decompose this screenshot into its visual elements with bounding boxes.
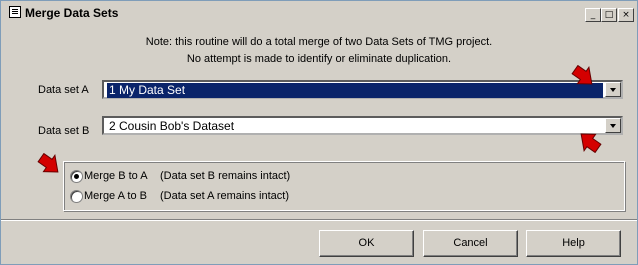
- merge-dialog: Merge Data Sets _ □ × Note: this routine…: [0, 0, 638, 265]
- merge-a-to-b-label[interactable]: Merge A to B: [84, 190, 147, 202]
- dataset-a-value: 1 My Data Set: [107, 83, 603, 98]
- merge-a-to-b-description: (Data set A remains intact): [160, 190, 289, 202]
- red-arrow-icon: [571, 65, 593, 85]
- merge-direction-group: Merge B to A (Data set B remains intact)…: [63, 161, 625, 211]
- merge-b-to-a-label[interactable]: Merge B to A: [84, 170, 148, 182]
- merge-a-to-b-radio[interactable]: [70, 190, 83, 203]
- ok-button[interactable]: OK: [319, 230, 414, 257]
- cancel-button[interactable]: Cancel: [423, 230, 518, 257]
- dataset-a-select[interactable]: 1 My Data Set: [102, 80, 623, 99]
- button-separator: [1, 219, 637, 221]
- red-arrow-icon: [580, 133, 602, 153]
- dataset-a-label: Data set A: [38, 84, 89, 96]
- red-arrow-icon: [37, 153, 59, 173]
- dataset-b-dropdown-button[interactable]: [605, 118, 621, 133]
- merge-b-to-a-description: (Data set B remains intact): [160, 170, 291, 182]
- close-button[interactable]: ×: [618, 8, 634, 22]
- dataset-b-value: 2 Cousin Bob's Dataset: [109, 119, 235, 133]
- note-line-1: Note: this routine will do a total merge…: [145, 36, 493, 48]
- note-line-2: No attempt is made to identify or elimin…: [186, 53, 452, 65]
- minimize-button[interactable]: _: [585, 8, 601, 22]
- title-bar[interactable]: Merge Data Sets _ □ ×: [1, 1, 637, 25]
- dataset-a-dropdown-button[interactable]: [605, 82, 621, 97]
- help-button[interactable]: Help: [526, 230, 621, 257]
- window-title: Merge Data Sets: [25, 6, 119, 20]
- merge-b-to-a-radio[interactable]: [70, 170, 83, 183]
- window-menu-icon[interactable]: [9, 6, 21, 18]
- maximize-button[interactable]: □: [601, 8, 617, 22]
- dataset-b-label: Data set B: [38, 125, 90, 137]
- dataset-b-select[interactable]: 2 Cousin Bob's Dataset: [102, 116, 623, 135]
